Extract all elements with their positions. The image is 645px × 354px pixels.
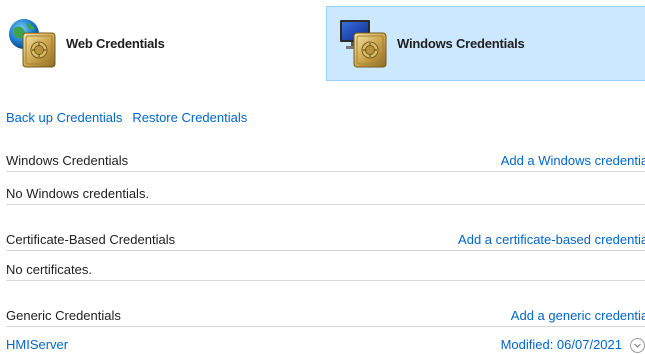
monitor-vault-icon <box>337 16 393 72</box>
web-credentials-tab[interactable]: Web Credentials <box>0 6 320 81</box>
windows-credentials-empty-text: No Windows credentials. <box>6 186 150 201</box>
credential-list-item[interactable]: HMIServer Modified: 06/07/2021 <box>6 333 645 354</box>
generic-credentials-section-title: Generic Credentials <box>6 308 121 323</box>
add-windows-credential-link[interactable]: Add a Windows credential <box>501 153 645 168</box>
restore-credentials-link[interactable]: Restore Credentials <box>132 110 247 125</box>
windows-credentials-tab[interactable]: Windows Credentials <box>326 6 645 81</box>
globe-vault-icon <box>6 16 62 72</box>
windows-credentials-label: Windows Credentials <box>397 36 525 51</box>
certificate-credentials-section-title: Certificate-Based Credentials <box>6 232 176 247</box>
certificate-credentials-empty: No certificates. <box>6 259 645 281</box>
windows-credentials-section-title: Windows Credentials <box>6 153 129 168</box>
add-certificate-credential-link[interactable]: Add a certificate-based credential <box>458 232 645 247</box>
windows-credentials-empty: No Windows credentials. <box>6 183 645 205</box>
web-credentials-label: Web Credentials <box>66 36 165 51</box>
certificate-credentials-section-header: Certificate-Based Credentials Add a cert… <box>6 229 645 251</box>
add-generic-credential-link[interactable]: Add a generic credential <box>511 308 645 323</box>
chevron-down-icon[interactable] <box>630 337 645 353</box>
certificate-credentials-empty-text: No certificates. <box>6 262 92 277</box>
backup-restore-links: Back up Credentials Restore Credentials <box>6 110 247 125</box>
credential-manager: Web Credentials Windows Credentials Back… <box>0 0 645 354</box>
credential-modified-date: Modified: 06/07/2021 <box>500 336 622 352</box>
credential-name[interactable]: HMIServer <box>6 337 501 352</box>
backup-credentials-link[interactable]: Back up Credentials <box>6 110 122 125</box>
windows-credentials-section-header: Windows Credentials Add a Windows creden… <box>6 150 645 172</box>
generic-credentials-section-header: Generic Credentials Add a generic creden… <box>6 305 645 327</box>
